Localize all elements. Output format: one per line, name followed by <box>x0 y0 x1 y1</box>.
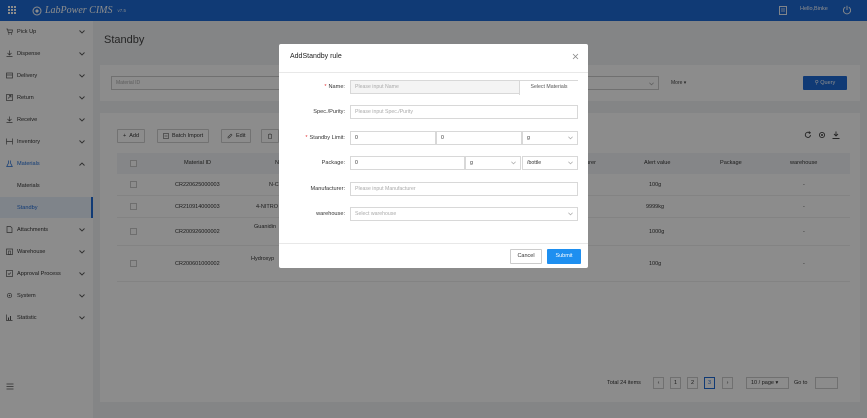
package-label: Package: <box>321 160 345 166</box>
package-unit-select[interactable]: g <box>465 156 521 170</box>
spec-label: Spec./Purity: <box>313 109 345 115</box>
chevron-down-icon <box>568 136 573 140</box>
standby-limit-min-input[interactable]: 0 <box>350 131 436 145</box>
warehouse-placeholder: Select warehouse <box>355 211 397 217</box>
standby-limit-unit-select[interactable]: g <box>522 131 578 145</box>
spec-purity-input[interactable]: Please input Spec./Purity <box>350 105 578 119</box>
container-value: /bottle <box>527 160 542 166</box>
unit-value: g <box>470 160 473 166</box>
cancel-button[interactable]: Cancel <box>510 249 542 264</box>
chevron-down-icon <box>511 161 516 165</box>
package-quantity-input[interactable]: 0 <box>350 156 465 170</box>
dialog-divider <box>279 72 588 73</box>
standby-limit-label: * Standby Limit: <box>305 135 345 141</box>
close-icon[interactable] <box>572 53 579 60</box>
dialog-title: AddStandby rule <box>290 53 342 60</box>
unit-value: g <box>527 135 530 141</box>
name-placeholder: Please input Name <box>355 84 399 90</box>
warehouse-label: warehouse: <box>316 211 345 217</box>
name-input[interactable]: Please input Name Select Materials <box>350 80 578 95</box>
manufacturer-input[interactable]: Please input Manufacturer <box>350 182 578 196</box>
dialog-footer-divider <box>279 243 588 244</box>
required-marker: * <box>324 84 327 90</box>
warehouse-select[interactable]: Select warehouse <box>350 207 578 221</box>
add-standby-rule-dialog: AddStandby rule * Name: Please input Name… <box>279 44 588 268</box>
package-container-select[interactable]: /bottle <box>522 156 578 170</box>
manufacturer-label: Manufacturer: <box>310 186 345 192</box>
standby-limit-max-input[interactable]: 0 <box>436 131 522 145</box>
required-marker: * <box>305 135 308 141</box>
submit-button[interactable]: Submit <box>547 249 581 264</box>
select-materials-button[interactable]: Select Materials <box>519 81 578 95</box>
chevron-down-icon <box>568 212 573 216</box>
chevron-down-icon <box>568 161 573 165</box>
name-label: * Name: <box>324 84 345 90</box>
